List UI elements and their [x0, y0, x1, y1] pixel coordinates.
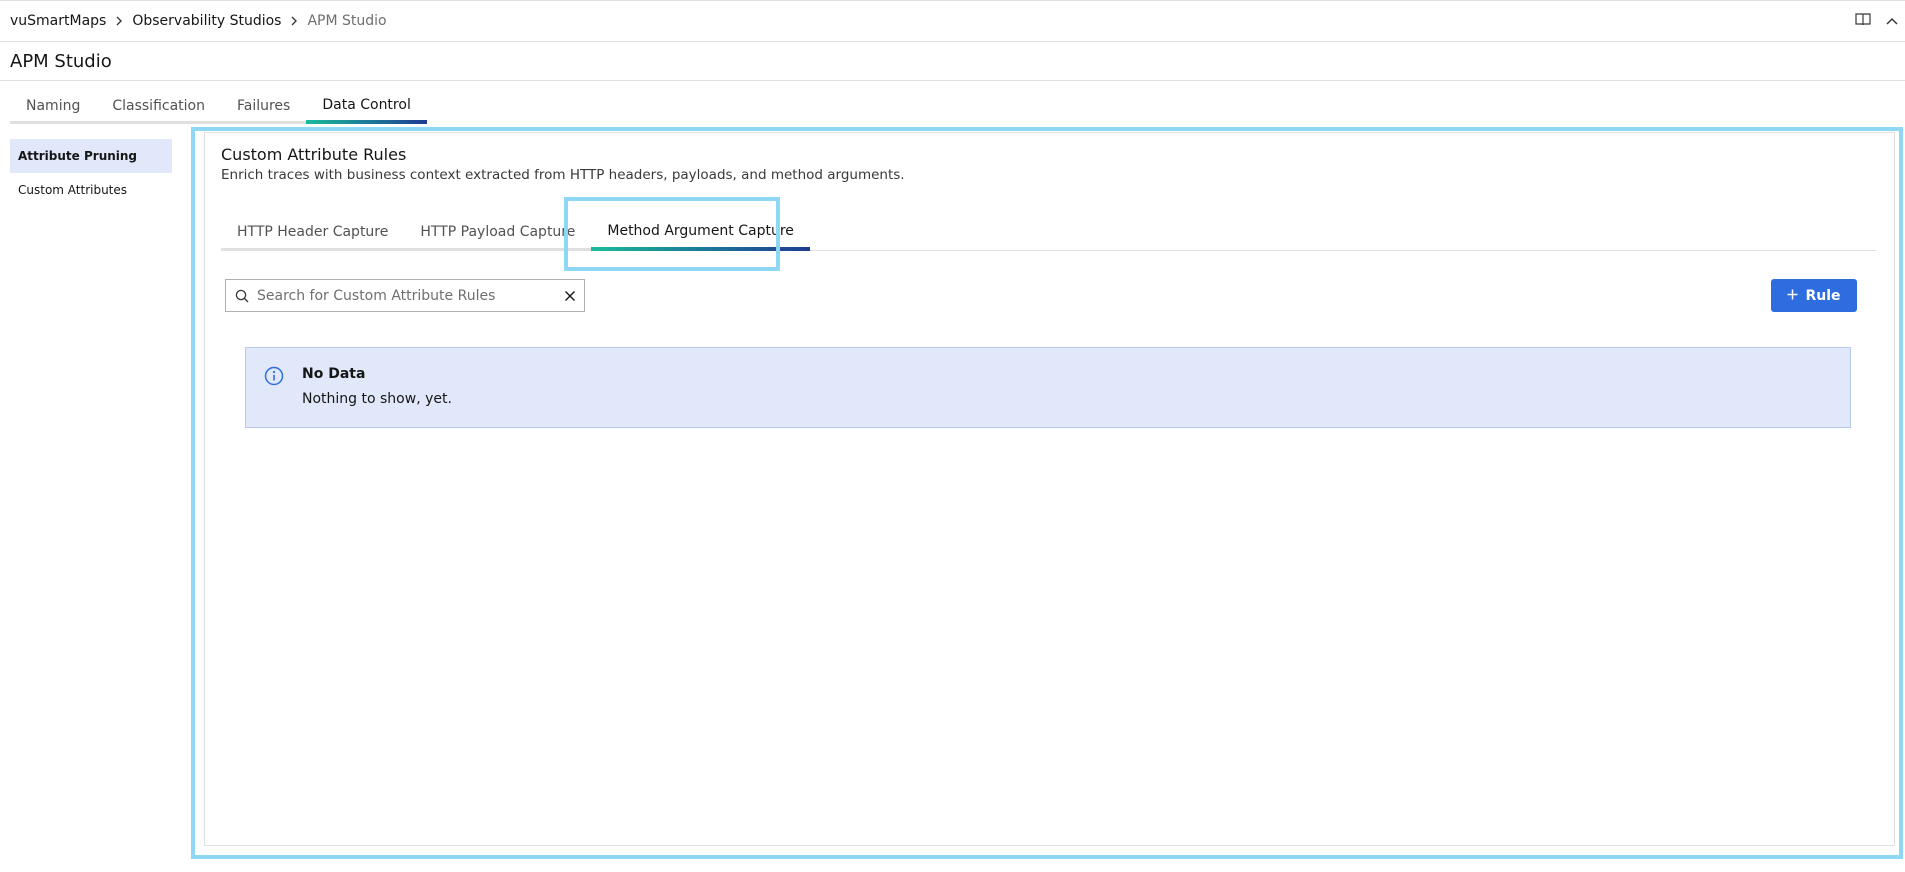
breadcrumb-vusmartmaps[interactable]: vuSmartMaps — [10, 13, 106, 29]
main-tabs: Naming Classification Failures Data Cont… — [10, 90, 427, 124]
empty-state-title: No Data — [302, 366, 366, 382]
chevron-right-icon — [290, 16, 298, 26]
tab-failures[interactable]: Failures — [220, 90, 307, 124]
empty-state-notice: No Data Nothing to show, yet. — [245, 347, 1851, 428]
sidebar-item-custom-attributes[interactable]: Custom Attributes — [10, 173, 172, 207]
custom-attribute-rules-panel: Custom Attribute Rules Enrich traces wit… — [204, 132, 1895, 846]
book-icon[interactable] — [1855, 11, 1871, 30]
top-bar: vuSmartMaps Observability Studios APM St… — [0, 0, 1905, 42]
capture-tabs: HTTP Header Capture HTTP Payload Capture… — [221, 215, 1876, 251]
tab-http-header-capture[interactable]: HTTP Header Capture — [221, 215, 405, 251]
plus-icon — [1787, 288, 1798, 304]
breadcrumb-observability-studios[interactable]: Observability Studios — [132, 13, 281, 29]
search-icon — [235, 289, 249, 303]
sidebar-item-attribute-pruning[interactable]: Attribute Pruning — [10, 139, 172, 173]
tab-classification[interactable]: Classification — [96, 90, 221, 124]
chevron-right-icon — [115, 16, 123, 26]
side-nav: Attribute Pruning Custom Attributes — [10, 139, 172, 207]
page-title: APM Studio — [0, 43, 1905, 81]
tab-method-argument-capture[interactable]: Method Argument Capture — [591, 215, 810, 251]
add-rule-label: Rule — [1805, 287, 1841, 304]
info-icon — [264, 366, 284, 390]
chevron-up-icon[interactable] — [1885, 11, 1899, 30]
breadcrumb: vuSmartMaps Observability Studios APM St… — [0, 13, 387, 29]
tab-naming[interactable]: Naming — [10, 90, 97, 124]
search-input[interactable] — [257, 287, 564, 304]
breadcrumb-apm-studio: APM Studio — [307, 13, 387, 29]
search-box — [225, 279, 585, 312]
panel-title: Custom Attribute Rules — [221, 145, 407, 164]
close-icon[interactable] — [564, 290, 576, 302]
tab-http-payload-capture[interactable]: HTTP Payload Capture — [404, 215, 592, 251]
empty-state-message: Nothing to show, yet. — [302, 391, 452, 407]
panel-subtitle: Enrich traces with business context extr… — [221, 167, 905, 183]
tab-data-control[interactable]: Data Control — [306, 90, 427, 124]
add-rule-button[interactable]: Rule — [1771, 279, 1857, 312]
